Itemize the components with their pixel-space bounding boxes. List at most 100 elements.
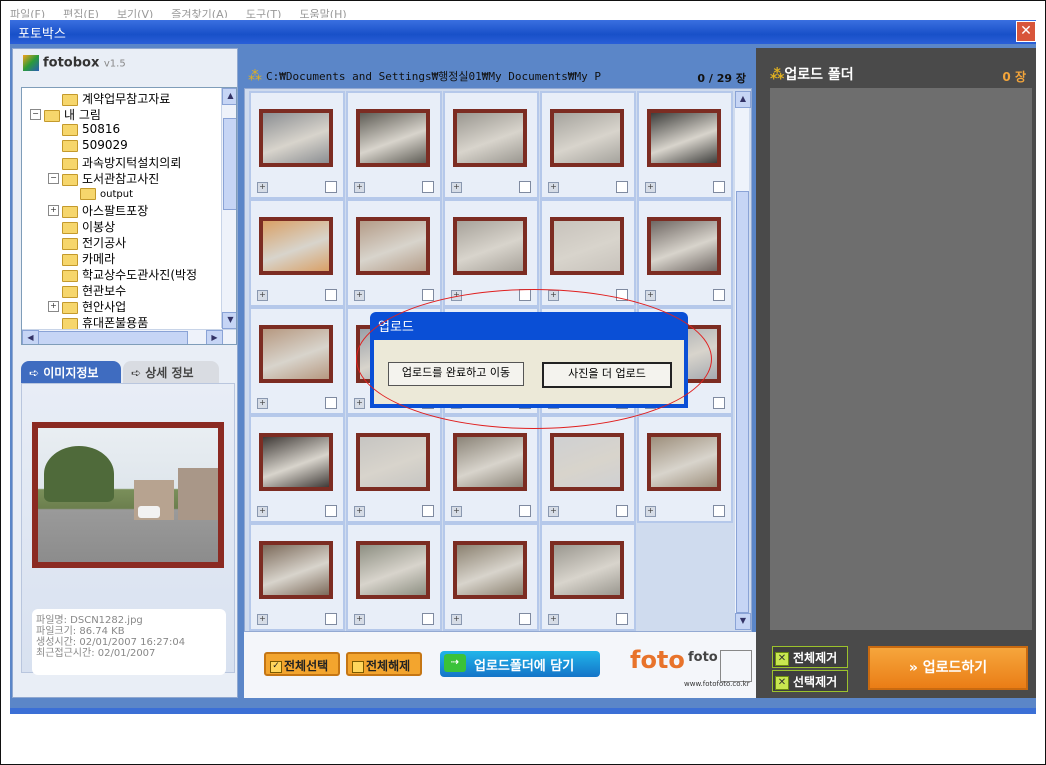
thumbnail-cell[interactable]: +: [637, 415, 733, 523]
menu-item[interactable]: 즐겨찾기(A): [171, 8, 228, 18]
thumbnail-cell[interactable]: +: [249, 199, 345, 307]
tree-item[interactable]: 과속방지턱설치의뢰: [62, 154, 181, 170]
zoom-plus-icon[interactable]: +: [645, 506, 656, 517]
tree-item[interactable]: 509029: [62, 138, 128, 154]
menu-item[interactable]: 편집(E): [63, 8, 99, 18]
select-all-button[interactable]: ✓ 전체선택: [264, 652, 340, 676]
expand-icon[interactable]: +: [48, 301, 59, 312]
add-to-upload-folder-button[interactable]: ⇢ 업로드폴더에 담기: [440, 651, 600, 677]
zoom-plus-icon[interactable]: +: [354, 182, 365, 193]
tree-hscroll-thumb[interactable]: [38, 331, 188, 344]
menu-item[interactable]: 파일(F): [10, 8, 45, 18]
tree-item[interactable]: 50816: [62, 122, 120, 138]
tree-item[interactable]: 현관보수: [62, 282, 126, 298]
thumbnail-checkbox[interactable]: [325, 397, 337, 409]
thumbnail-cell[interactable]: +: [346, 91, 442, 199]
thumbnail-image[interactable]: [647, 433, 721, 491]
thumbnail-checkbox[interactable]: [713, 505, 725, 517]
tree-item[interactable]: output: [80, 186, 133, 202]
upload-drop-area[interactable]: [770, 88, 1032, 630]
thumbnail-cell[interactable]: +: [540, 523, 636, 631]
tab-detail-info[interactable]: ➪ 상세 정보: [123, 361, 219, 383]
tree-item[interactable]: − 내 그림: [30, 106, 101, 122]
thumbnail-image[interactable]: [453, 217, 527, 275]
thumbnail-cell[interactable]: +: [443, 199, 539, 307]
upload-button[interactable]: » 업로드하기: [868, 646, 1028, 690]
grid-scroll-up-icon[interactable]: ▲: [735, 91, 751, 108]
thumbnail-cell[interactable]: +: [443, 415, 539, 523]
zoom-plus-icon[interactable]: +: [645, 290, 656, 301]
zoom-plus-icon[interactable]: +: [354, 398, 365, 409]
thumbnail-cell[interactable]: +: [346, 415, 442, 523]
thumbnail-checkbox[interactable]: [422, 505, 434, 517]
thumbnail-cell[interactable]: +: [249, 523, 345, 631]
thumbnail-checkbox[interactable]: [325, 289, 337, 301]
zoom-plus-icon[interactable]: +: [645, 182, 656, 193]
thumbnail-checkbox[interactable]: [519, 505, 531, 517]
thumbnail-cell[interactable]: +: [540, 91, 636, 199]
thumbnail-cell[interactable]: +: [540, 415, 636, 523]
thumbnail-checkbox[interactable]: [616, 181, 628, 193]
zoom-plus-icon[interactable]: +: [548, 290, 559, 301]
deselect-all-button[interactable]: 전체해제: [346, 652, 422, 676]
tree-item[interactable]: 계약업무참고자료: [62, 90, 170, 106]
zoom-plus-icon[interactable]: +: [548, 506, 559, 517]
scroll-down-icon[interactable]: ▼: [222, 312, 236, 329]
thumbnail-image[interactable]: [356, 433, 430, 491]
thumbnail-checkbox[interactable]: [422, 289, 434, 301]
tree-horizontal-scrollbar[interactable]: ◀ ▶: [22, 329, 236, 344]
remove-selected-button[interactable]: ✕ 선택제거: [772, 670, 848, 692]
thumbnail-cell[interactable]: +: [346, 199, 442, 307]
thumbnail-image[interactable]: [453, 433, 527, 491]
tree-item[interactable]: 전기공사: [62, 234, 126, 250]
folder-tree[interactable]: 휴대폰불용품 + 현안사업 현관보수 학교상수도관사진(박정 카메라 전기공사 이봉상 + 아스팔…: [21, 87, 237, 345]
grid-scroll-down-icon[interactable]: ▼: [735, 613, 751, 630]
complete-and-go-button[interactable]: 업로드를 완료하고 이동: [388, 362, 524, 386]
tree-vertical-scrollbar[interactable]: ▲ ▼: [221, 88, 236, 329]
thumbnail-checkbox[interactable]: [422, 613, 434, 625]
zoom-plus-icon[interactable]: +: [354, 506, 365, 517]
thumbnail-checkbox[interactable]: [325, 505, 337, 517]
zoom-plus-icon[interactable]: +: [451, 506, 462, 517]
menu-item[interactable]: 도구(T): [246, 8, 282, 18]
expand-icon[interactable]: +: [48, 205, 59, 216]
scroll-up-icon[interactable]: ▲: [222, 88, 236, 105]
collapse-icon[interactable]: −: [30, 109, 41, 120]
zoom-plus-icon[interactable]: +: [451, 290, 462, 301]
thumbnail-cell[interactable]: +: [637, 91, 733, 199]
thumbnail-checkbox[interactable]: [519, 613, 531, 625]
tree-item[interactable]: + 아스팔트포장: [48, 202, 148, 218]
thumbnail-cell[interactable]: +: [443, 523, 539, 631]
thumbnail-image[interactable]: [453, 109, 527, 167]
tree-item[interactable]: 휴대폰불용품: [62, 314, 148, 330]
thumbnail-image[interactable]: [356, 109, 430, 167]
thumbnail-image[interactable]: [259, 325, 333, 383]
thumbnail-checkbox[interactable]: [713, 397, 725, 409]
thumbnail-checkbox[interactable]: [325, 181, 337, 193]
thumbnail-cell[interactable]: +: [249, 415, 345, 523]
thumbnail-image[interactable]: [259, 541, 333, 599]
zoom-plus-icon[interactable]: +: [257, 614, 268, 625]
scroll-left-icon[interactable]: ◀: [22, 330, 39, 344]
tree-item[interactable]: 학교상수도관사진(박정: [62, 266, 197, 282]
thumbnail-image[interactable]: [550, 541, 624, 599]
thumbnail-image[interactable]: [647, 217, 721, 275]
zoom-plus-icon[interactable]: +: [548, 614, 559, 625]
scroll-right-icon[interactable]: ▶: [206, 330, 223, 344]
grid-vertical-scrollbar[interactable]: ▲ ▼: [735, 91, 751, 630]
thumbnail-checkbox[interactable]: [519, 289, 531, 301]
thumbnail-image[interactable]: [647, 109, 721, 167]
menu-item[interactable]: 보기(V): [117, 8, 153, 18]
thumbnail-cell[interactable]: +: [346, 523, 442, 631]
thumbnail-checkbox[interactable]: [713, 181, 725, 193]
thumbnail-image[interactable]: [259, 433, 333, 491]
thumbnail-checkbox[interactable]: [422, 181, 434, 193]
thumbnail-checkbox[interactable]: [713, 289, 725, 301]
thumbnail-image[interactable]: [550, 217, 624, 275]
close-button[interactable]: ✕: [1016, 21, 1036, 42]
collapse-icon[interactable]: −: [48, 173, 59, 184]
tree-item[interactable]: 이봉상: [62, 218, 115, 234]
zoom-plus-icon[interactable]: +: [451, 182, 462, 193]
zoom-plus-icon[interactable]: +: [548, 182, 559, 193]
thumbnail-checkbox[interactable]: [616, 289, 628, 301]
